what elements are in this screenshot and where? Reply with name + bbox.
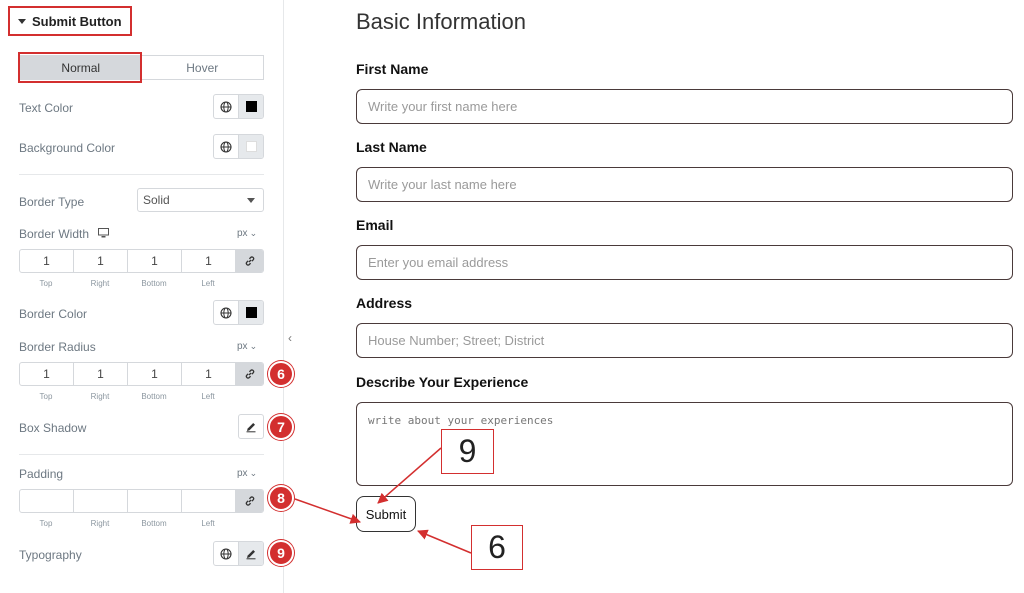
annotation-arrows	[294, 447, 472, 554]
arrow-8-to-submit	[294, 498, 361, 524]
arrow-6-to-submit	[417, 529, 472, 554]
arrow-9-to-submit	[377, 447, 442, 504]
